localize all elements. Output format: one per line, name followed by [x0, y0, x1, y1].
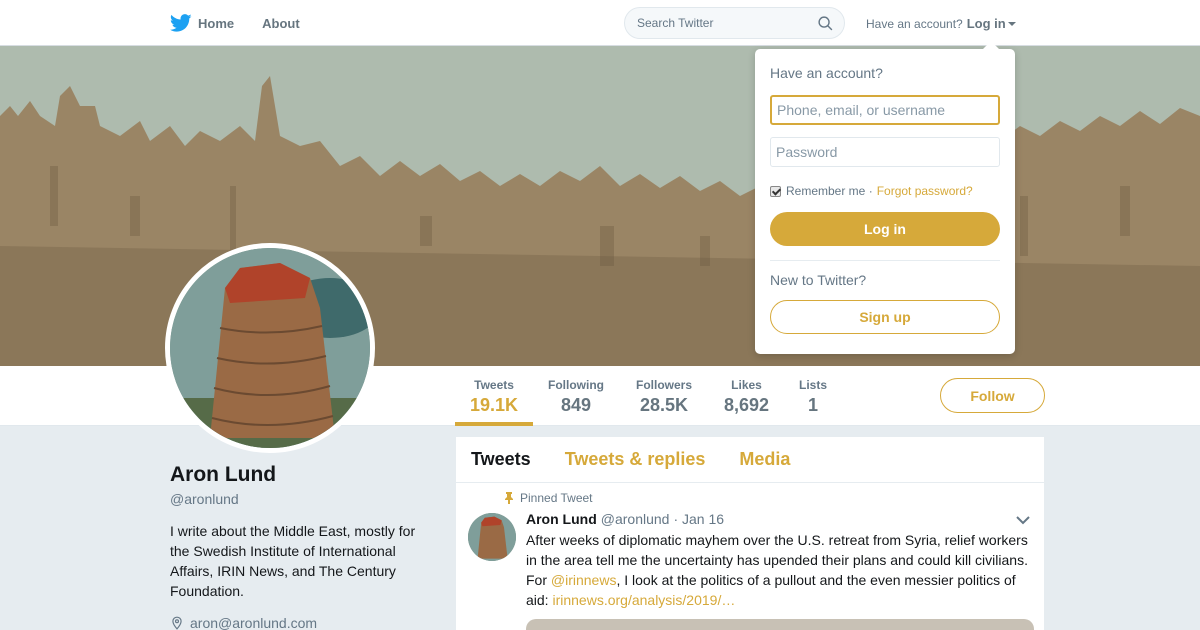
dropdown-question: Have an account?	[770, 65, 883, 81]
stat-label: Following	[548, 378, 604, 392]
stat-value: 28.5K	[639, 395, 689, 415]
stat-followers[interactable]: Followers 28.5K	[636, 378, 692, 416]
signup-button[interactable]: Sign up	[770, 300, 1000, 334]
new-to-twitter-label: New to Twitter?	[770, 272, 867, 288]
stat-likes[interactable]: Likes 8,692	[724, 378, 769, 416]
mention-link[interactable]: @irinnews	[551, 572, 617, 588]
location-text: aron@aronlund.com	[190, 615, 318, 630]
stat-value: 8,692	[724, 395, 770, 415]
search-icon[interactable]	[817, 15, 834, 32]
tab-tweets-replies[interactable]: Tweets & replies	[565, 449, 706, 470]
tweet-author-handle[interactable]: @aronlund	[601, 511, 670, 527]
tower-of-babel-thumb	[468, 513, 516, 561]
password-field[interactable]: Password	[770, 137, 1000, 167]
stat-label: Followers	[636, 378, 693, 392]
tweet-author-name[interactable]: Aron Lund	[526, 511, 597, 527]
username-field[interactable]: Phone, email, or username	[770, 95, 1000, 125]
chevron-down-icon[interactable]	[1016, 515, 1030, 525]
login-dropdown: Have an account? Phone, email, or userna…	[755, 41, 1015, 354]
active-stat-underline	[455, 422, 533, 426]
forgot-password-link[interactable]: Forgot password?	[877, 184, 973, 198]
stat-label: Lists	[799, 378, 828, 392]
stat-label: Tweets	[474, 378, 514, 392]
tweet-avatar[interactable]	[468, 513, 516, 561]
password-placeholder: Password	[776, 144, 838, 160]
stat-label: Likes	[731, 378, 762, 392]
tower-of-babel-image	[170, 248, 370, 448]
tweet-text: After weeks of diplomatic mayhem over th…	[526, 530, 1036, 610]
profile-handle[interactable]: @aronlund	[170, 491, 239, 507]
stat-value: 19.1K	[470, 395, 519, 415]
tweet-media-preview[interactable]	[526, 619, 1034, 630]
pinned-label: Pinned Tweet	[520, 491, 593, 505]
search-placeholder: Search Twitter	[637, 16, 714, 30]
stat-tweets[interactable]: Tweets 19.1K	[470, 378, 518, 416]
stat-following[interactable]: Following 849	[548, 378, 604, 416]
profile-location: aron@aronlund.com	[170, 615, 317, 630]
stat-value: 849	[560, 395, 592, 415]
tweet-header: Aron Lund @aronlund · Jan 16	[526, 511, 724, 527]
remember-row: Remember me · Forgot password?	[770, 184, 973, 198]
tweet-date[interactable]: · Jan 16	[673, 511, 724, 527]
tab-tweets[interactable]: Tweets	[471, 449, 531, 470]
timeline: Tweets Tweets & replies Media Pinned Twe…	[456, 437, 1044, 630]
login-button[interactable]: Log in	[770, 212, 1000, 246]
profile-avatar[interactable]	[165, 243, 375, 453]
remember-label: Remember me ·	[786, 184, 873, 198]
stat-value: 1	[808, 395, 819, 415]
profile-name[interactable]: Aron Lund	[170, 463, 276, 487]
nav-home-link[interactable]: Home	[198, 16, 234, 31]
divider	[770, 260, 1000, 261]
login-link[interactable]: Log in	[967, 16, 1006, 31]
search-input[interactable]: Search Twitter	[624, 7, 845, 39]
have-account-text: Have an account?	[866, 16, 963, 31]
nav-about-link[interactable]: About	[262, 16, 300, 31]
caret-down-icon	[1007, 21, 1016, 26]
username-placeholder: Phone, email, or username	[777, 102, 946, 118]
stat-lists[interactable]: Lists 1	[799, 378, 827, 416]
top-navigation: Home About Search Twitter Have an accoun…	[0, 0, 1200, 46]
timeline-tabs: Tweets Tweets & replies Media	[456, 437, 1044, 483]
tab-media[interactable]: Media	[739, 449, 790, 470]
follow-button[interactable]: Follow	[940, 378, 1045, 413]
profile-bio: I write about the Middle East, mostly fo…	[170, 523, 416, 599]
twitter-bird-icon[interactable]	[170, 12, 192, 34]
location-pin-icon	[172, 616, 182, 630]
login-menu[interactable]: Have an account? Log in	[866, 16, 1016, 31]
pin-icon	[505, 492, 513, 504]
article-link[interactable]: irinnews.org/analysis/2019/…	[552, 592, 735, 608]
pinned-indicator: Pinned Tweet	[504, 491, 593, 505]
remember-checkbox[interactable]	[770, 185, 781, 197]
